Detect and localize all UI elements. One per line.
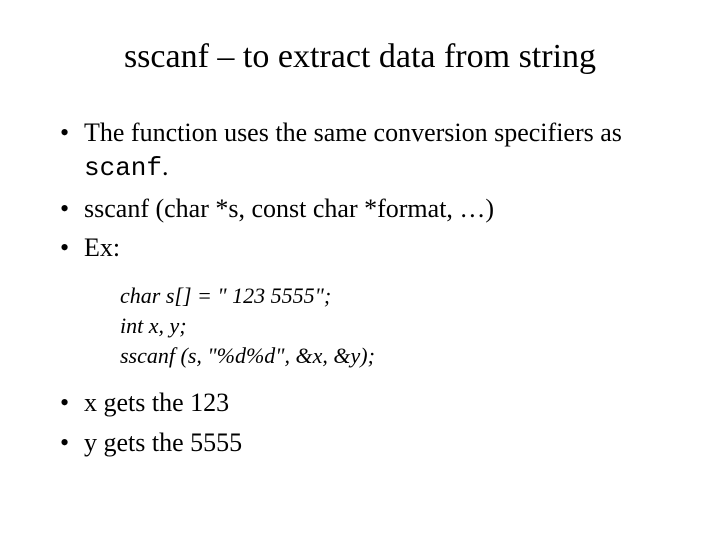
- bullet-3: Ex:: [60, 231, 680, 265]
- slide: sscanf – to extract data from string The…: [0, 0, 720, 540]
- bullet-5: y gets the 5555: [60, 426, 680, 460]
- slide-title: sscanf – to extract data from string: [40, 38, 680, 76]
- bullet-1-text-b: .: [162, 152, 169, 181]
- bullet-1: The function uses the same conversion sp…: [60, 116, 680, 186]
- bullet-2: sscanf (char *s, const char *format, …): [60, 192, 680, 226]
- code-line-2: int x, y;: [120, 311, 680, 341]
- code-example: char s[] = " 123 5555"; int x, y; sscanf…: [120, 281, 680, 370]
- code-line-1: char s[] = " 123 5555";: [120, 281, 680, 311]
- code-line-3: sscanf (s, "%d%d", &x, &y);: [120, 341, 680, 371]
- bullet-4: x gets the 123: [60, 386, 680, 420]
- bullet-list-bottom: x gets the 123 y gets the 5555: [60, 386, 680, 460]
- bullet-list-top: The function uses the same conversion sp…: [60, 116, 680, 265]
- bullet-1-code: scanf: [84, 153, 162, 183]
- bullet-1-text-a: The function uses the same conversion sp…: [84, 118, 622, 147]
